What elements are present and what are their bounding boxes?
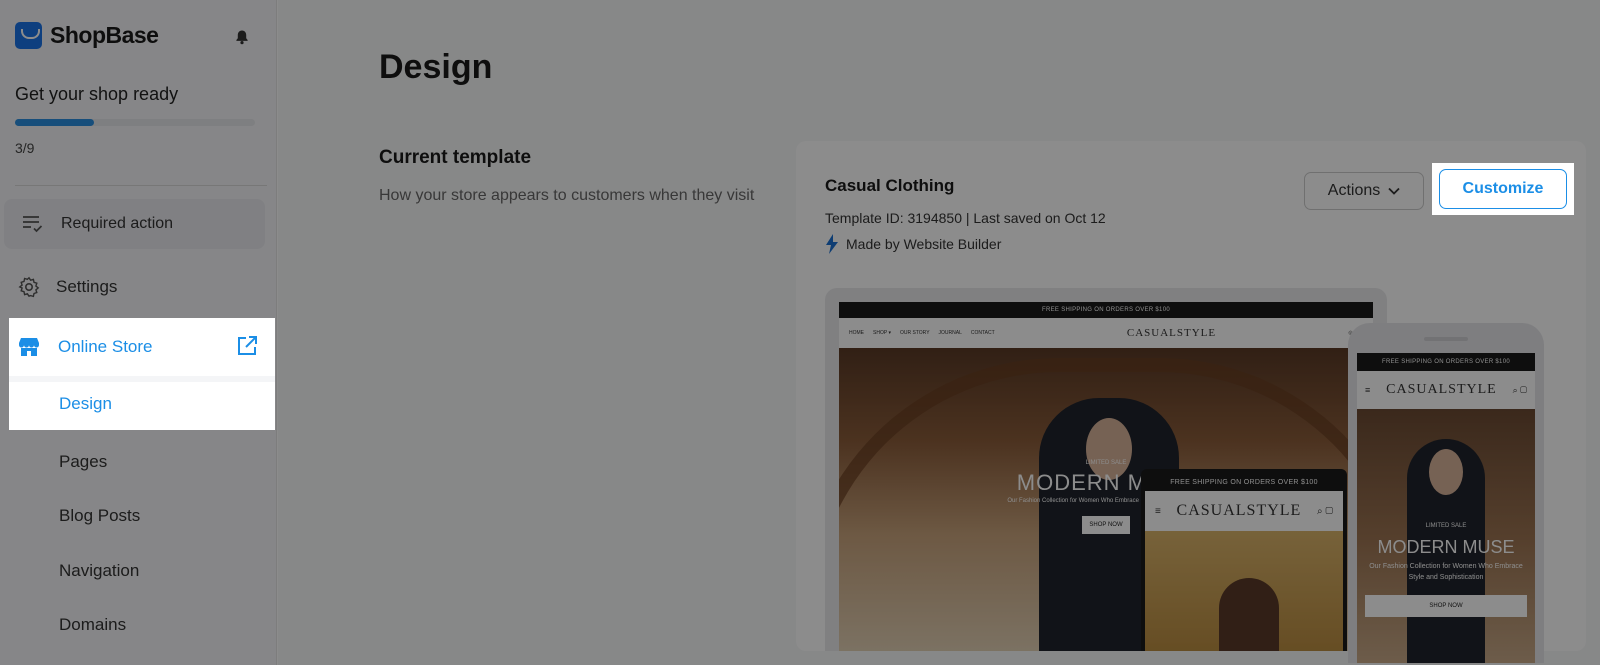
section-description: How your store appears to customers when… bbox=[379, 187, 755, 204]
mobile-headline: MODERN MUSE bbox=[1377, 537, 1515, 557]
sidebar-item-pages[interactable]: Pages bbox=[59, 452, 107, 472]
mobile-logo: CASUALSTYLE bbox=[1386, 382, 1497, 397]
mobile-hero-face bbox=[1429, 449, 1463, 495]
tablet-preview[interactable]: FREE SHIPPING ON ORDERS OVER $100 ≡ CASU… bbox=[1141, 469, 1347, 651]
sidebar-item-online-store-label: Online Store bbox=[58, 337, 153, 356]
preview-desktop-nav: HOME SHOP ▾ OUR STORY JOURNAL CONTACT CA… bbox=[839, 318, 1373, 348]
page-title: Design bbox=[379, 48, 493, 86]
onboarding-title[interactable]: Get your shop ready bbox=[15, 84, 178, 105]
online-store-highlight: Online Store Design bbox=[9, 318, 275, 430]
main-content: Design Current template How your store a… bbox=[278, 0, 1600, 665]
actions-dropdown-button[interactable]: Actions bbox=[1304, 172, 1424, 210]
sidebar-item-domains[interactable]: Domains bbox=[59, 615, 126, 635]
tablet-logo: CASUALSTYLE bbox=[1176, 502, 1302, 519]
onboarding-progress-bar bbox=[15, 119, 255, 126]
external-link-icon[interactable] bbox=[237, 336, 257, 356]
sidebar-item-settings[interactable]: Settings bbox=[18, 276, 117, 298]
sidebar-item-blog-posts[interactable]: Blog Posts bbox=[59, 506, 140, 526]
customize-button[interactable]: Customize bbox=[1439, 169, 1567, 209]
actions-label: Actions bbox=[1327, 182, 1381, 199]
sidebar-item-online-store[interactable]: Online Store bbox=[9, 318, 275, 376]
sidebar-divider bbox=[15, 185, 267, 186]
sidebar-item-settings-label: Settings bbox=[56, 277, 118, 296]
customize-highlight: Customize bbox=[1432, 163, 1574, 215]
mobile-subline: Our Fashion Collection for Women Who Emb… bbox=[1369, 563, 1523, 581]
preview-kicker: LIMITED SALE bbox=[1085, 460, 1127, 466]
mobile-preview[interactable]: FREE SHIPPING ON ORDERS OVER $100 ≡ CASU… bbox=[1348, 323, 1544, 663]
preview-nav-link: JOURNAL bbox=[938, 330, 962, 336]
store-icon bbox=[19, 338, 39, 356]
tablet-menu-icon: ≡ bbox=[1155, 505, 1161, 517]
mobile-cta: SHOP NOW bbox=[1365, 595, 1527, 617]
required-action-button[interactable]: Required action bbox=[4, 199, 265, 249]
preview-cta: SHOP NOW bbox=[1082, 516, 1130, 534]
app-name: ShopBase bbox=[50, 22, 159, 48]
tablet-nav-icons: ⌕ ▢ bbox=[1317, 505, 1333, 517]
section-title: Current template bbox=[379, 147, 532, 168]
template-meta: Template ID: 3194850 | Last saved on Oct… bbox=[825, 210, 1106, 226]
preview-nav-link: HOME bbox=[849, 330, 864, 336]
preview-logo: CASUALSTYLE bbox=[1126, 327, 1217, 339]
template-name: Casual Clothing bbox=[825, 176, 955, 195]
mobile-preview-screen: FREE SHIPPING ON ORDERS OVER $100 ≡ CASU… bbox=[1357, 353, 1535, 663]
shopbase-bag-icon bbox=[15, 22, 42, 49]
checklist-icon bbox=[23, 216, 43, 233]
tablet-hero-figure bbox=[1219, 578, 1279, 651]
mobile-menu-icon: ≡ bbox=[1365, 385, 1371, 395]
preview-nav-link: SHOP ▾ bbox=[873, 330, 891, 336]
mobile-nav-icons: ⌕ ▢ bbox=[1512, 384, 1527, 395]
mobile-announcement: FREE SHIPPING ON ORDERS OVER $100 bbox=[1357, 353, 1535, 371]
onboarding-progress-fill bbox=[15, 119, 95, 126]
lightning-icon bbox=[826, 234, 838, 254]
tablet-announcement: FREE SHIPPING ON ORDERS OVER $100 bbox=[1145, 473, 1343, 491]
sidebar-item-design[interactable]: Design bbox=[44, 382, 266, 426]
tablet-preview-screen: FREE SHIPPING ON ORDERS OVER $100 ≡ CASU… bbox=[1145, 473, 1343, 651]
bell-icon[interactable] bbox=[234, 29, 250, 45]
mobile-nav: ≡ CASUALSTYLE ⌕ ▢ bbox=[1357, 371, 1535, 409]
sidebar-item-navigation[interactable]: Navigation bbox=[59, 561, 139, 581]
preview-nav-link: CONTACT bbox=[970, 330, 995, 336]
required-action-label: Required action bbox=[61, 215, 174, 232]
template-made-by: Made by Website Builder bbox=[825, 234, 1001, 254]
gear-icon bbox=[18, 276, 40, 298]
mobile-hero-image: LIMITED SALE MODERN MUSE Our Fashion Col… bbox=[1357, 409, 1535, 663]
mobile-kicker: LIMITED SALE bbox=[1425, 523, 1467, 529]
mobile-speaker bbox=[1424, 337, 1468, 341]
tablet-nav: ≡ CASUALSTYLE ⌕ ▢ bbox=[1145, 491, 1343, 531]
shopbase-logo[interactable]: ShopBase bbox=[15, 22, 159, 49]
preview-announcement-bar: FREE SHIPPING ON ORDERS OVER $100 bbox=[839, 302, 1373, 318]
chevron-down-icon bbox=[1388, 187, 1400, 195]
onboarding-count: 3/9 bbox=[15, 140, 35, 156]
sidebar-item-design-label: Design bbox=[59, 394, 112, 413]
tablet-hero-image bbox=[1145, 531, 1343, 651]
preview-nav-link: OUR STORY bbox=[899, 330, 930, 336]
template-made-by-label: Made by Website Builder bbox=[846, 236, 1002, 252]
